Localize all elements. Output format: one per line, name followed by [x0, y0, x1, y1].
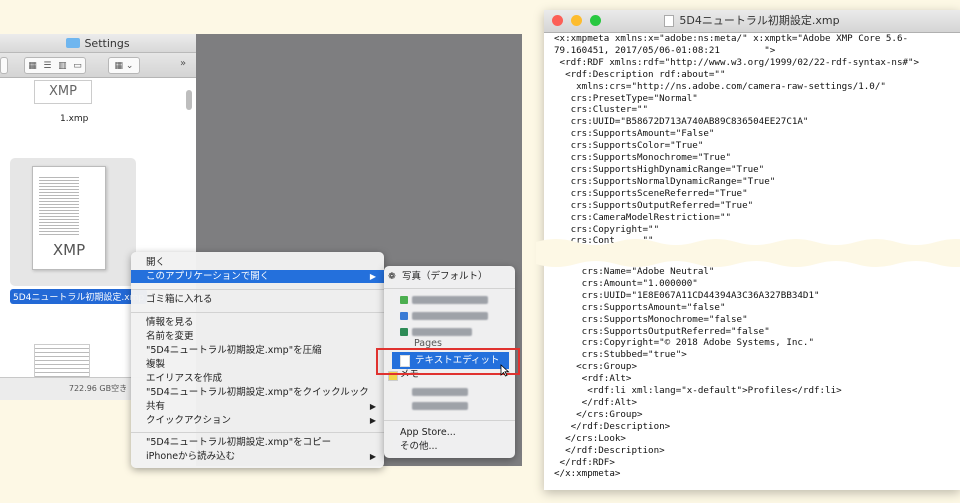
finder-title: Settings — [84, 36, 130, 50]
menu-item-import-from-iphone[interactable]: iPhoneから読み込む ▶ — [131, 450, 384, 463]
editor-title: 5D4ニュートラル初期設定.xmp — [679, 14, 840, 27]
menu-item-share[interactable]: 共有 ▶ — [131, 400, 384, 413]
highlight-box — [376, 348, 520, 375]
submenu-arrow-icon: ▶ — [369, 416, 376, 425]
code-line: crs:SupportsMonochrome="True" — [554, 152, 732, 164]
code-line: <x:xmpmeta xmlns:x="adobe:ns:meta/" x:xm… — [554, 33, 909, 44]
finder-toolbar: ▦ ☰ ▥ ▭ ▦ ⌄ » — [0, 53, 196, 78]
code-line: crs:SupportsOutputReferred="false" — [554, 325, 770, 337]
menu-item-quick-actions[interactable]: クイックアクション ▶ — [131, 414, 384, 427]
code-line: crs:SupportsSceneReferred="True" — [554, 187, 748, 199]
code-line: crs:Copyright="" — [554, 223, 660, 235]
code-line: crs:SupportsAmount="False" — [554, 128, 715, 140]
photos-app-icon: ❁ — [388, 272, 396, 282]
zoom-button[interactable] — [590, 15, 601, 26]
submenu-item-blurred[interactable] — [412, 388, 468, 396]
code-line: crs:Amount="1.000000" — [554, 277, 698, 289]
submenu-arrow-icon: ▶ — [369, 452, 376, 461]
code-line: 79.160451, 2017/05/06-01:08:21 "> — [554, 44, 776, 56]
code-line: xmlns:crs="http://ns.adobe.com/camera-ra… — [554, 80, 886, 92]
code-line: crs:PresetType="Normal" — [554, 92, 698, 104]
gallery-view-icon[interactable]: ▭ — [73, 61, 82, 71]
code-line: crs:Copyright="© 2018 Adobe Systems, Inc… — [554, 337, 814, 349]
finder-titlebar: Settings — [0, 34, 196, 53]
code-line: crs:Cluster="" — [554, 104, 649, 116]
code-line: <rdf:li xml:lang="x-default">Profiles</r… — [554, 385, 842, 397]
submenu-arrow-icon: ▶ — [369, 272, 376, 281]
page-tear — [536, 239, 960, 267]
code-line: crs:SupportsAmount="false" — [554, 301, 726, 313]
code-line: crs:SupportsMonochrome="false" — [554, 313, 748, 325]
editor-titlebar: 5D4ニュートラル初期設定.xmp — [544, 10, 960, 33]
code-block-bottom[interactable]: crs:Name="Adobe Neutral" crs:Amount="1.0… — [554, 266, 842, 480]
menu-item-rename[interactable]: 名前を変更 — [131, 330, 384, 343]
folder-icon — [66, 38, 81, 48]
view-mode-control[interactable]: ▦ ☰ ▥ ▭ — [24, 57, 86, 74]
code-line: crs:SupportsHighDynamicRange="True" — [554, 163, 765, 175]
code-line: </crs:Look> — [554, 432, 626, 444]
app-icon — [400, 312, 408, 320]
document-icon — [664, 15, 675, 27]
scrollbar[interactable] — [186, 90, 192, 110]
code-line: crs:UUID="B58672D713A740AB89C836504EE27C… — [554, 116, 809, 128]
submenu-item-photos[interactable]: ❁ 写真（デフォルト） — [384, 270, 515, 284]
file-name-1[interactable]: 1.xmp — [60, 114, 88, 124]
code-line: </crs:Group> — [554, 408, 643, 420]
mouse-cursor-icon — [500, 364, 510, 377]
column-view-icon[interactable]: ▥ — [58, 61, 67, 71]
code-line: <rdf:RDF xmlns:rdf="http://www.w3.org/19… — [554, 56, 920, 68]
code-line: crs:SupportsNormalDynamicRange="True" — [554, 175, 776, 187]
code-block-top[interactable]: <x:xmpmeta xmlns:x="adobe:ns:meta/" x:xm… — [554, 33, 919, 247]
code-line: </rdf:RDF> — [554, 456, 615, 468]
list-view-icon[interactable]: ☰ — [43, 61, 51, 71]
submenu-item-app-store[interactable]: App Store... — [384, 426, 515, 440]
file-name-selected[interactable]: 5D4ニュートラル初期設定.xmp — [10, 289, 148, 304]
menu-item-open-with[interactable]: このアプリケーションで開く ▶ — [131, 270, 384, 283]
code-line: crs:UUID="1E8E067A11CD44394A3C36A327BB34… — [554, 289, 820, 301]
menu-item-move-to-trash[interactable]: ゴミ箱に入れる — [131, 293, 384, 306]
app-icon — [400, 296, 408, 304]
code-line: crs:CameraModelRestriction="" — [554, 211, 732, 223]
menu-item-get-info[interactable]: 情報を見る — [131, 316, 384, 329]
more-chevron-icon[interactable]: » — [180, 58, 186, 69]
menu-item-copy[interactable]: "5D4ニュートラル初期設定.xmp"をコピー — [131, 436, 384, 449]
document-icon: XMP — [32, 166, 106, 270]
file-thumbnail-selected[interactable]: XMP — [10, 158, 136, 286]
menu-item-open[interactable]: 開く — [131, 256, 384, 269]
code-line: </rdf:Description> — [554, 420, 671, 432]
code-line: crs:SupportsColor="True" — [554, 140, 704, 152]
code-line: </x:xmpmeta> — [554, 468, 621, 480]
code-line: <crs:Group> — [554, 361, 637, 373]
back-button[interactable] — [0, 57, 8, 74]
code-line: </rdf:Alt> — [554, 396, 637, 408]
minimize-button[interactable] — [571, 15, 582, 26]
code-line: crs:SupportsOutputReferred="True" — [554, 199, 754, 211]
code-line: <rdf:Alt> — [554, 373, 632, 385]
code-line: <rdf:Description rdf:about="" — [554, 68, 726, 80]
context-menu: 開く このアプリケーションで開く ▶ ゴミ箱に入れる 情報を見る 名前を変更 "5… — [131, 252, 384, 468]
file-thumbnail-1[interactable]: XMP — [34, 80, 92, 104]
menu-item-duplicate[interactable]: 複製 — [131, 358, 384, 371]
code-line: crs:Stubbed="true"> — [554, 349, 687, 361]
submenu-item-other[interactable]: その他... — [384, 440, 515, 454]
code-line: </rdf:Description> — [554, 444, 665, 456]
menu-item-compress[interactable]: "5D4ニュートラル初期設定.xmp"を圧縮 — [131, 344, 384, 357]
icon-view-icon[interactable]: ▦ — [28, 61, 37, 71]
group-by-button[interactable]: ▦ ⌄ — [108, 57, 140, 74]
submenu-item-blurred[interactable] — [412, 328, 472, 336]
submenu-item-blurred[interactable] — [412, 296, 488, 304]
submenu-item-blurred[interactable] — [412, 312, 488, 320]
menu-item-quick-look[interactable]: "5D4ニュートラル初期設定.xmp"をクイックルック — [131, 386, 384, 399]
menu-item-make-alias[interactable]: エイリアスを作成 — [131, 372, 384, 385]
close-button[interactable] — [552, 15, 563, 26]
app-icon — [400, 328, 408, 336]
submenu-arrow-icon: ▶ — [369, 402, 376, 411]
submenu-item-blurred[interactable] — [412, 402, 468, 410]
